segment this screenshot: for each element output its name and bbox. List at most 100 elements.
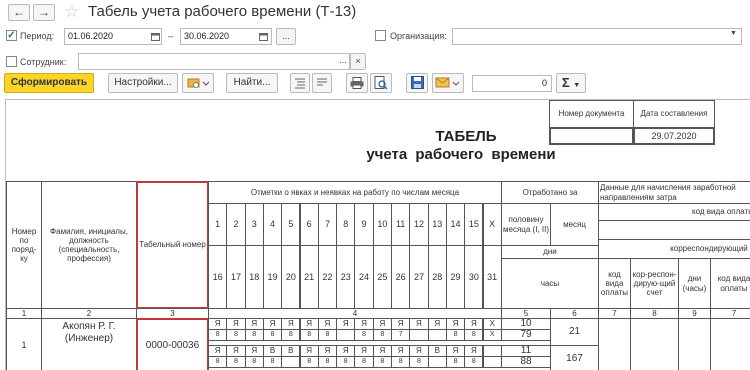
doc-number-header: Номер документа	[549, 100, 634, 128]
settings-button[interactable]: Настройки...	[108, 73, 178, 93]
attendance-hours	[409, 329, 429, 341]
attendance-hours: 7	[391, 329, 411, 341]
back-button[interactable]: ←	[8, 4, 30, 21]
attendance-hours: 8	[372, 329, 392, 341]
day-header: 18	[244, 245, 264, 309]
corr-acc-cell	[630, 318, 679, 370]
col-month-header: месяц	[550, 203, 599, 246]
day-header: 26	[391, 245, 411, 309]
title-bar: ← → ☆ Табель учета рабочего времени (Т-1…	[0, 0, 750, 25]
day-header: 5	[281, 203, 301, 246]
variants-button[interactable]	[182, 73, 214, 93]
month-days: 21	[550, 318, 599, 346]
arrow-left-icon: ←	[13, 5, 25, 19]
attendance-hours: Х	[482, 329, 502, 341]
organization-checkbox[interactable]	[375, 30, 386, 41]
attendance-hours	[336, 329, 356, 341]
day-header: 30	[464, 245, 484, 309]
page-title: Табель учета рабочего времени (Т-13)	[88, 3, 357, 20]
employee-name[interactable]: Акопян Р. Г. (Инженер)	[41, 318, 137, 370]
col-code-pay-header: код вида оплаты	[598, 258, 631, 309]
doc-date-header: Дата составления	[633, 100, 715, 128]
print-icon[interactable]	[346, 73, 368, 93]
organization-select[interactable]	[452, 28, 742, 45]
group-collapse-icon[interactable]	[312, 73, 332, 93]
attendance-hours: 8	[226, 356, 246, 368]
star-icon[interactable]: ☆	[64, 2, 79, 22]
generate-button[interactable]: Сформировать	[4, 73, 94, 93]
employee-checkbox[interactable]	[6, 56, 17, 67]
sum-button[interactable]: Σ ▼	[556, 73, 586, 93]
col-number-header: Номер по поряд-ку	[6, 181, 42, 309]
date-separator: –	[168, 31, 174, 41]
attendance-hours: 8	[445, 329, 466, 341]
attendance-hours: 8	[409, 356, 429, 368]
attendance-hours: 8	[445, 356, 466, 368]
attendance-hours	[482, 356, 502, 368]
employee-input[interactable]	[78, 53, 350, 70]
day-header: 10	[372, 203, 392, 246]
report-sheet: Номер документа Дата составления 29.07.2…	[5, 99, 750, 370]
day-header: 31	[482, 245, 502, 309]
preview-icon[interactable]	[370, 73, 392, 93]
sigma-icon: Σ	[561, 75, 570, 90]
sum-value-field: 0	[472, 75, 552, 92]
period-select-button[interactable]: ...	[276, 28, 296, 45]
attendance-hours: 8	[208, 356, 228, 368]
attendance-hours: 8	[354, 329, 374, 341]
day-header: 13	[427, 203, 447, 246]
day-header: 3	[244, 203, 264, 246]
day-header: 1	[208, 203, 228, 246]
clear-icon[interactable]: ×	[350, 53, 366, 70]
day-header: 9	[354, 203, 374, 246]
attendance-hours: 8	[281, 329, 301, 341]
attendance-hours: 8	[391, 356, 411, 368]
col-marks-header: Отметки о явках и неявках на работу по ч…	[208, 181, 502, 204]
day-header: 8	[336, 203, 356, 246]
attendance-hours	[427, 356, 447, 368]
attendance-hours: 8	[262, 356, 283, 368]
attendance-hours: 8	[244, 329, 264, 341]
group-expand-icon[interactable]	[290, 73, 310, 93]
attendance-hours: 8	[262, 329, 283, 341]
employee-number: 1	[6, 318, 42, 370]
forward-button[interactable]: →	[33, 4, 55, 21]
day-header: 14	[445, 203, 466, 246]
attendance-hours: 8	[354, 356, 374, 368]
month-hours: 167	[550, 345, 599, 370]
half2-hours: 88	[501, 356, 551, 368]
calendar-icon[interactable]	[148, 28, 162, 45]
organization-label: Организация:	[390, 31, 447, 41]
day-header: 16	[208, 245, 228, 309]
attendance-hours: 8	[226, 329, 246, 341]
col-days-header: дни	[501, 245, 599, 259]
day-header: 2	[226, 203, 246, 246]
day-header: 7	[317, 203, 338, 246]
attendance-hours	[427, 329, 447, 341]
col-half-header: половину месяца (I, II)	[501, 203, 551, 246]
find-button[interactable]: Найти...	[226, 73, 278, 93]
calendar-icon[interactable]	[256, 28, 270, 45]
attendance-hours: 8	[464, 356, 484, 368]
day-header: 4	[262, 203, 283, 246]
attendance-hours: 8	[299, 356, 319, 368]
col-hours-header: часы	[501, 258, 599, 309]
day-header: 17	[226, 245, 246, 309]
employee-tab-number[interactable]: 0000-00036	[136, 318, 209, 370]
col-corr-header: корреспондирующий с	[598, 239, 750, 259]
col-corr-acc-header: кор-респон-дирую-щий счет	[630, 258, 679, 309]
period-checkbox[interactable]: ✓	[6, 30, 17, 41]
doc-number-value[interactable]	[549, 127, 634, 145]
attendance-hours: 8	[299, 329, 319, 341]
email-button[interactable]	[432, 73, 464, 93]
day-header: 28	[427, 245, 447, 309]
day-header: 21	[299, 245, 319, 309]
employee-select-button[interactable]: ...	[336, 53, 350, 70]
doc-date-value[interactable]: 29.07.2020	[633, 127, 715, 145]
col-code-pay2-header: код вида оплаты	[710, 258, 750, 309]
days-hours-cell	[678, 318, 711, 370]
day-header: 24	[354, 245, 374, 309]
chevron-down-icon[interactable]: ▼	[730, 30, 737, 37]
attendance-hours: 8	[336, 356, 356, 368]
save-icon[interactable]	[406, 73, 428, 93]
